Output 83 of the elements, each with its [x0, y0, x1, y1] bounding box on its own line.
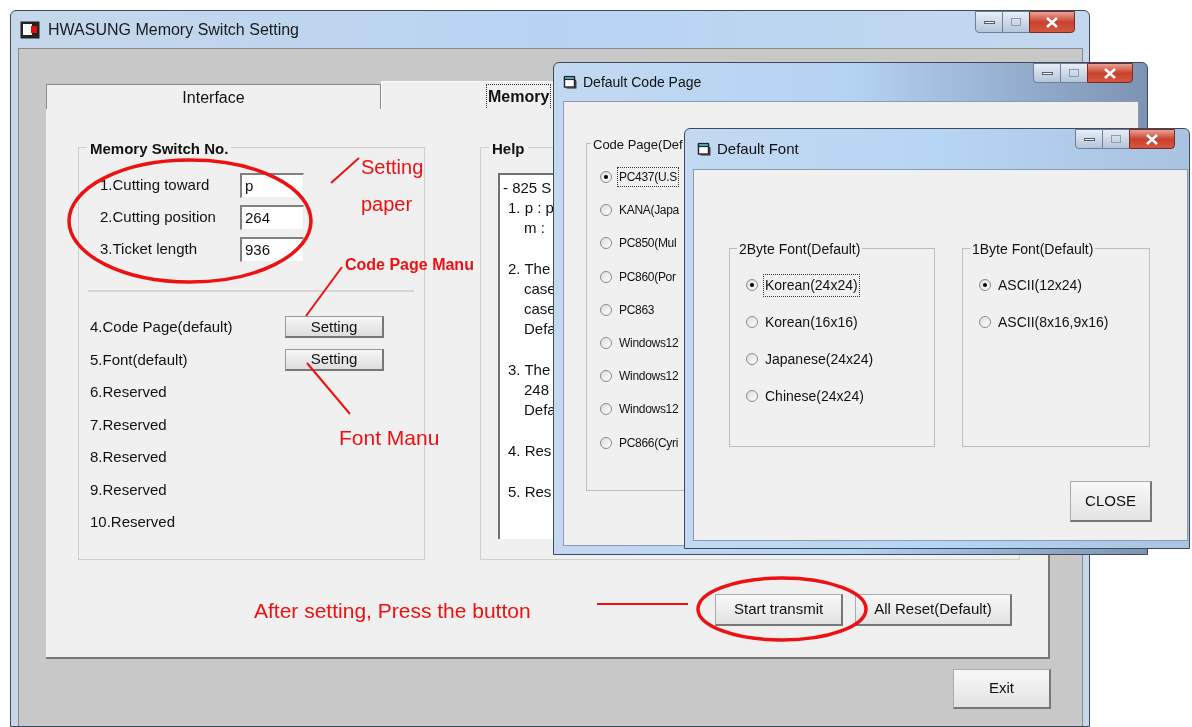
help-text: 4. Res — [507, 441, 552, 461]
close-icon — [1146, 133, 1158, 145]
setting-button[interactable]: Setting — [285, 316, 384, 339]
radio-label[interactable]: PC860(Por — [618, 267, 677, 286]
close-icon — [1046, 16, 1058, 28]
window-icon — [697, 142, 711, 156]
dialog-title: Default Font — [717, 138, 799, 159]
radio-label[interactable]: PC866(Cyri — [618, 433, 680, 452]
switch-label: 7.Reserved — [90, 414, 168, 435]
minimize-button[interactable] — [975, 11, 1003, 33]
maximize-button[interactable] — [1103, 129, 1129, 149]
radio-button[interactable] — [600, 204, 612, 217]
radio-button[interactable] — [746, 279, 758, 291]
help-text: - 825 S — [503, 178, 552, 198]
setting-button[interactable]: Setting — [285, 348, 384, 371]
radio-label[interactable]: Windows12 — [618, 333, 680, 352]
radio-button[interactable] — [746, 390, 758, 402]
radio-button[interactable] — [600, 370, 612, 383]
close-dialog-button[interactable]: CLOSE — [1070, 481, 1152, 522]
annotation-text: Code Page Manu — [345, 255, 474, 275]
window-title: HWASUNG Memory Switch Setting — [48, 20, 299, 40]
help-text: m : — [523, 218, 545, 238]
radio-label[interactable]: PC863 — [618, 300, 656, 319]
help-text: 2. The — [507, 259, 551, 279]
leader-line — [305, 266, 343, 317]
action-button[interactable]: Start transmit — [715, 594, 844, 626]
annotation-text: Setting — [361, 155, 424, 180]
radio-button[interactable] — [979, 316, 991, 328]
window-icon — [563, 75, 577, 89]
exit-button[interactable]: Exit — [953, 669, 1051, 709]
annotation-text: Font Manu — [339, 425, 440, 451]
help-text: 1. p : p — [507, 198, 554, 218]
radio-label[interactable]: PC850(Mul — [618, 234, 678, 253]
field-label: 1.Cutting toward — [100, 175, 211, 196]
radio-label[interactable]: ASCII(8x16,9x16) — [997, 311, 1110, 333]
help-text: 248 — [523, 380, 550, 400]
switch-label: 4.Code Page(default) — [90, 317, 234, 337]
radio-button[interactable] — [979, 279, 991, 291]
leader-line — [330, 157, 360, 184]
maximize-button[interactable] — [1061, 63, 1087, 83]
switch-label: 6.Reserved — [90, 382, 168, 402]
minimize-button[interactable] — [1033, 63, 1061, 83]
radio-label[interactable]: ASCII(12x24) — [997, 274, 1084, 296]
radio-button[interactable] — [600, 436, 612, 449]
field-label: 2.Cutting position — [100, 207, 217, 228]
close-icon — [1104, 67, 1116, 79]
close-button[interactable] — [1087, 63, 1133, 83]
switch-label: 8.Reserved — [90, 447, 168, 467]
input-field[interactable]: 264 — [240, 205, 304, 230]
radio-label[interactable]: Korean(24x24) — [764, 274, 859, 296]
radio-button[interactable] — [600, 403, 612, 416]
input-field[interactable]: 936 — [240, 237, 304, 262]
annotation-text: After setting, Press the button — [254, 598, 531, 624]
minimize-button[interactable] — [1075, 129, 1103, 149]
radio-button[interactable] — [746, 353, 758, 365]
radio-button[interactable] — [600, 171, 612, 183]
radio-label[interactable]: Windows12 — [618, 367, 680, 386]
radio-button[interactable] — [600, 303, 612, 316]
switch-label: 10.Reserved — [90, 512, 177, 532]
radio-label[interactable]: KANA(Japa — [618, 201, 680, 220]
radio-label[interactable]: PC437(U.S — [618, 168, 678, 186]
close-button[interactable] — [1029, 11, 1075, 33]
annotation-text: paper — [361, 192, 413, 217]
radio-label[interactable]: Windows12 — [618, 400, 680, 419]
dialog-title: Default Code Page — [583, 72, 702, 92]
radio-button[interactable] — [600, 270, 612, 283]
radio-button[interactable] — [600, 336, 612, 349]
close-button[interactable] — [1129, 129, 1175, 149]
switch-label: 9.Reserved — [90, 479, 168, 500]
field-label: 3.Ticket length — [100, 239, 198, 260]
input-field[interactable]: p — [240, 173, 304, 198]
app-icon — [20, 21, 40, 39]
switch-label: 5.Font(default) — [90, 349, 189, 370]
radio-button[interactable] — [746, 316, 758, 328]
radio-label[interactable]: Japanese(24x24) — [764, 348, 875, 370]
maximize-button[interactable] — [1003, 11, 1029, 33]
help-text: 3. The — [507, 360, 551, 380]
radio-button[interactable] — [600, 237, 612, 250]
radio-label[interactable]: Chinese(24x24) — [764, 385, 865, 407]
action-button[interactable]: All Reset(Default) — [855, 594, 1012, 626]
tab[interactable]: Interface — [46, 84, 381, 111]
radio-label[interactable]: Korean(16x16) — [764, 311, 859, 333]
help-text: 5. Res — [507, 482, 552, 502]
